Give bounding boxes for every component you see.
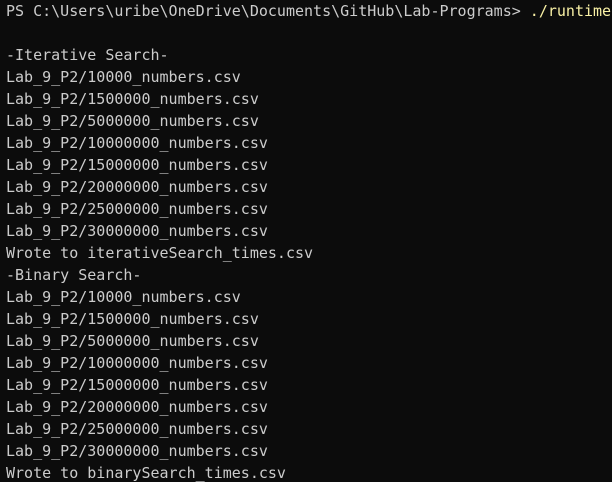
output-line: Lab_9_P2/10000_numbers.csv — [6, 288, 241, 306]
output-line: Lab_9_P2/30000000_numbers.csv — [6, 442, 268, 460]
output-line: Lab_9_P2/20000000_numbers.csv — [6, 398, 268, 416]
output-line: Lab_9_P2/25000000_numbers.csv — [6, 420, 268, 438]
output-line: -Iterative Search- — [6, 46, 169, 64]
output-line: Lab_9_P2/15000000_numbers.csv — [6, 376, 268, 394]
output-line: Lab_9_P2/10000000_numbers.csv — [6, 354, 268, 372]
output-line: Lab_9_P2/5000000_numbers.csv — [6, 332, 259, 350]
output-line: Lab_9_P2/1500000_numbers.csv — [6, 90, 259, 108]
prompt-path: PS C:\Users\uribe\OneDrive\Documents\Git… — [6, 2, 521, 20]
terminal-window[interactable]: PS C:\Users\uribe\OneDrive\Documents\Git… — [0, 0, 612, 482]
output-line: Lab_9_P2/5000000_numbers.csv — [6, 112, 259, 130]
output-line: Lab_9_P2/10000000_numbers.csv — [6, 134, 268, 152]
output-line: Lab_9_P2/30000000_numbers.csv — [6, 222, 268, 240]
output-line: Lab_9_P2/1500000_numbers.csv — [6, 310, 259, 328]
prompt-line: PS C:\Users\uribe\OneDrive\Documents\Git… — [6, 0, 612, 22]
command-text: ./runtime — [529, 2, 612, 20]
output-line: Lab_9_P2/10000_numbers.csv — [6, 68, 241, 86]
output-line: -Binary Search- — [6, 266, 142, 284]
output-line: Wrote to iterativeSearch_times.csv — [6, 244, 314, 262]
output-line: Lab_9_P2/15000000_numbers.csv — [6, 156, 268, 174]
output-line: Wrote to binarySearch_times.csv — [6, 464, 286, 482]
output-line: Lab_9_P2/20000000_numbers.csv — [6, 178, 268, 196]
output-line: Lab_9_P2/25000000_numbers.csv — [6, 200, 268, 218]
